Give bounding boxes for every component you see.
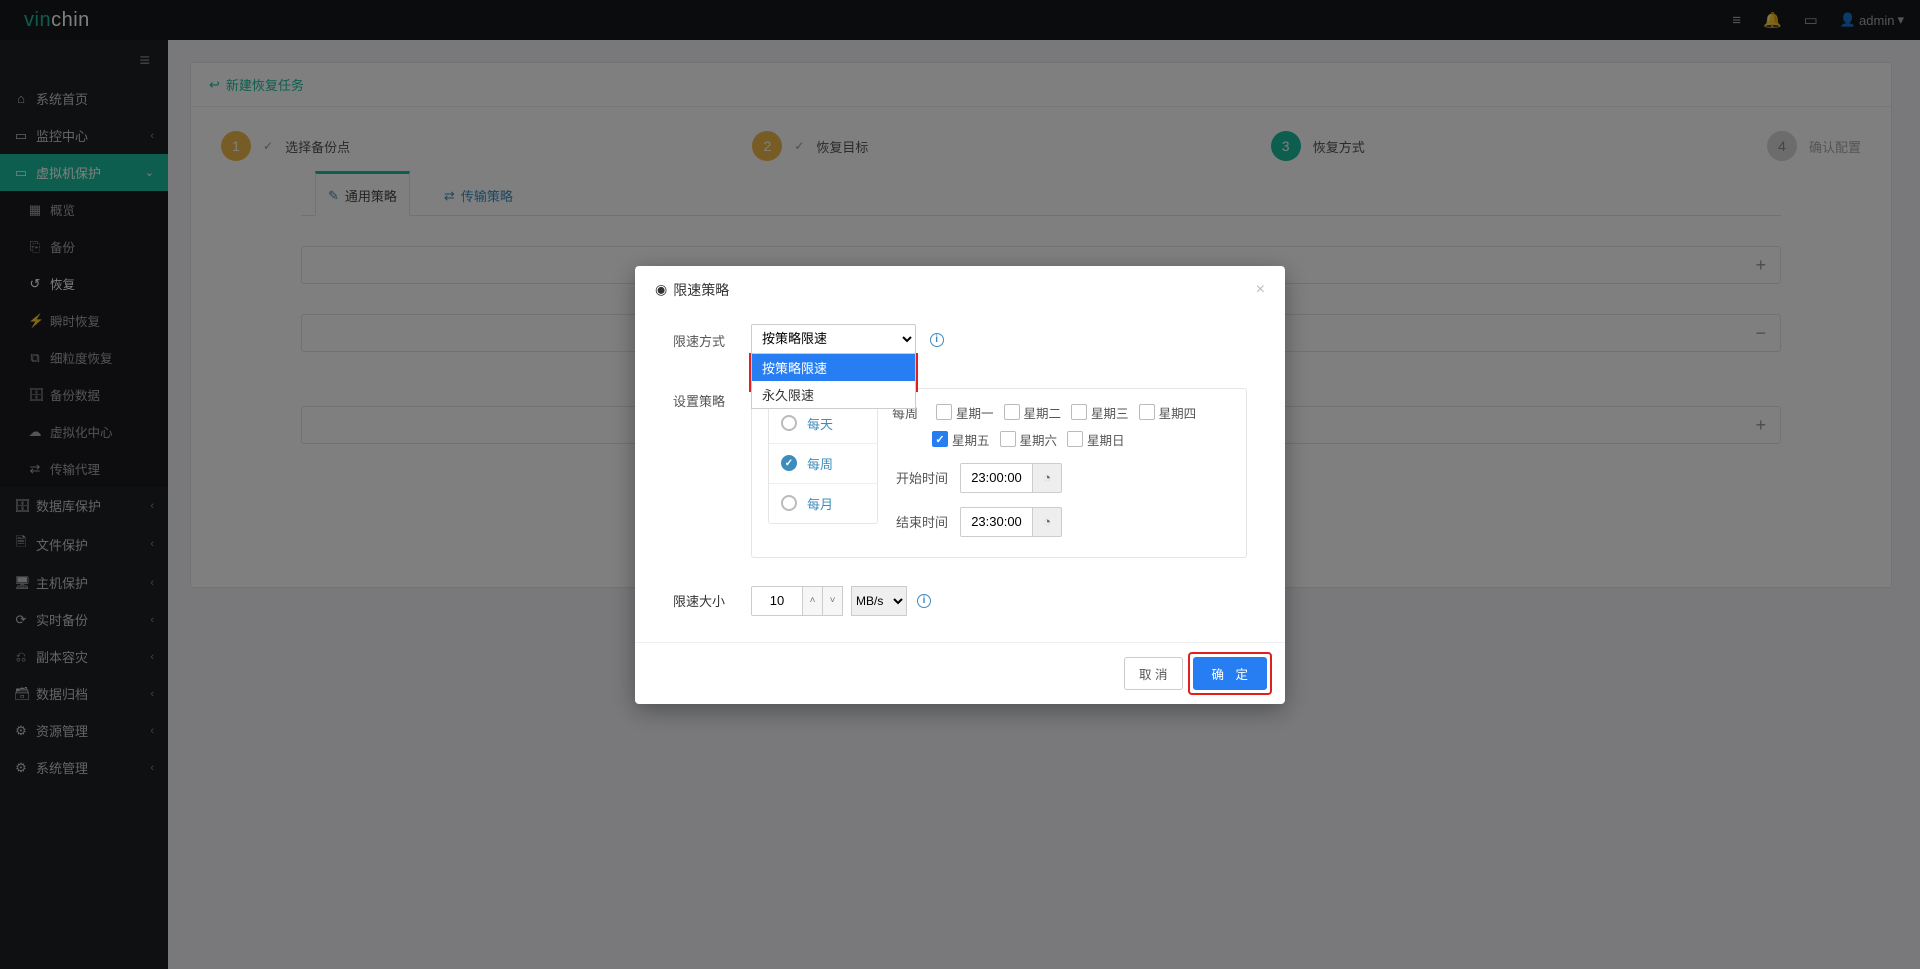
checkbox-icon xyxy=(1067,431,1083,447)
label-size: 限速大小 xyxy=(673,591,751,610)
checkbox-icon xyxy=(1000,431,1016,447)
unit-select[interactable]: MB/s xyxy=(851,586,907,616)
day-tue[interactable]: 星期二 xyxy=(1004,403,1062,422)
mode-option-policy[interactable]: 按策略限速 xyxy=(752,354,915,381)
day-label: 星期日 xyxy=(1087,430,1125,449)
close-icon[interactable]: × xyxy=(1256,281,1265,299)
info-icon[interactable]: i xyxy=(930,333,944,347)
gauge-icon: ◉ xyxy=(655,281,667,298)
day-label: 星期三 xyxy=(1091,403,1129,422)
frequency-column: 每天 每周 每月 xyxy=(768,403,878,524)
row-policy: 设置策略 每天 每周 每月 每周 星期一 星期二 星期三 星期四 xyxy=(673,384,1247,558)
day-mon[interactable]: 星期一 xyxy=(936,403,994,422)
radio-icon xyxy=(781,495,797,511)
day-thu[interactable]: 星期四 xyxy=(1139,403,1197,422)
label-start: 开始时间 xyxy=(892,468,948,487)
checkbox-icon xyxy=(932,431,948,447)
size-input[interactable] xyxy=(751,586,803,616)
row-start-time: 开始时间 ◔ xyxy=(892,463,1230,493)
row-mode: 限速方式 按策略限速 按策略限速 永久限速 i xyxy=(673,324,1247,354)
cancel-button[interactable]: 取 消 xyxy=(1124,657,1182,690)
freq-monthly[interactable]: 每月 xyxy=(769,484,877,523)
speed-limit-modal: ◉ 限速策略 × 限速方式 按策略限速 按策略限速 永久限速 i xyxy=(635,266,1285,704)
day-label: 星期四 xyxy=(1159,403,1197,422)
label-policy: 设置策略 xyxy=(673,384,751,410)
checkbox-icon xyxy=(1004,404,1020,420)
day-sat[interactable]: 星期六 xyxy=(1000,430,1058,449)
modal-title: 限速策略 xyxy=(673,280,729,300)
checkbox-icon xyxy=(1139,404,1155,420)
spin-up-button[interactable]: ˄ xyxy=(803,586,823,616)
policy-panel: 每天 每周 每月 每周 星期一 星期二 星期三 星期四 星期五 xyxy=(751,388,1247,558)
day-label: 星期五 xyxy=(952,430,990,449)
radio-icon xyxy=(781,455,797,471)
freq-label: 每周 xyxy=(807,454,833,473)
ok-highlight: 确 定 xyxy=(1193,657,1267,690)
day-label: 星期一 xyxy=(956,403,994,422)
day-wed[interactable]: 星期三 xyxy=(1071,403,1129,422)
end-time-input[interactable] xyxy=(960,507,1032,537)
modal-header: ◉ 限速策略 × xyxy=(635,266,1285,314)
label-mode: 限速方式 xyxy=(673,324,751,350)
day-fri[interactable]: 星期五 xyxy=(932,430,990,449)
days-column: 每周 星期一 星期二 星期三 星期四 星期五 星期六 星期日 开始时间 xyxy=(892,403,1230,537)
day-sun[interactable]: 星期日 xyxy=(1067,430,1125,449)
row-end-time: 结束时间 ◔ xyxy=(892,507,1230,537)
freq-label: 每月 xyxy=(807,494,833,513)
checkbox-icon xyxy=(1071,404,1087,420)
start-time-input[interactable] xyxy=(960,463,1032,493)
day-label: 星期六 xyxy=(1020,430,1058,449)
freq-daily[interactable]: 每天 xyxy=(769,404,877,444)
freq-label: 每天 xyxy=(807,414,833,433)
modal-footer: 取 消 确 定 xyxy=(635,642,1285,704)
row-size: 限速大小 ˄ ˅ MB/s i xyxy=(673,586,1247,616)
clock-icon[interactable]: ◔ xyxy=(1032,463,1062,493)
radio-icon xyxy=(781,415,797,431)
checkbox-icon xyxy=(936,404,952,420)
spin-down-button[interactable]: ˅ xyxy=(823,586,843,616)
freq-weekly[interactable]: 每周 xyxy=(769,444,877,484)
clock-icon[interactable]: ◔ xyxy=(1032,507,1062,537)
label-end: 结束时间 xyxy=(892,512,948,531)
info-icon[interactable]: i xyxy=(917,594,931,608)
mode-dropdown-list: 按策略限速 永久限速 xyxy=(751,353,916,409)
ok-button[interactable]: 确 定 xyxy=(1193,657,1267,690)
day-label: 星期二 xyxy=(1024,403,1062,422)
mode-option-forever[interactable]: 永久限速 xyxy=(752,381,915,408)
mode-select[interactable]: 按策略限速 xyxy=(751,324,916,354)
